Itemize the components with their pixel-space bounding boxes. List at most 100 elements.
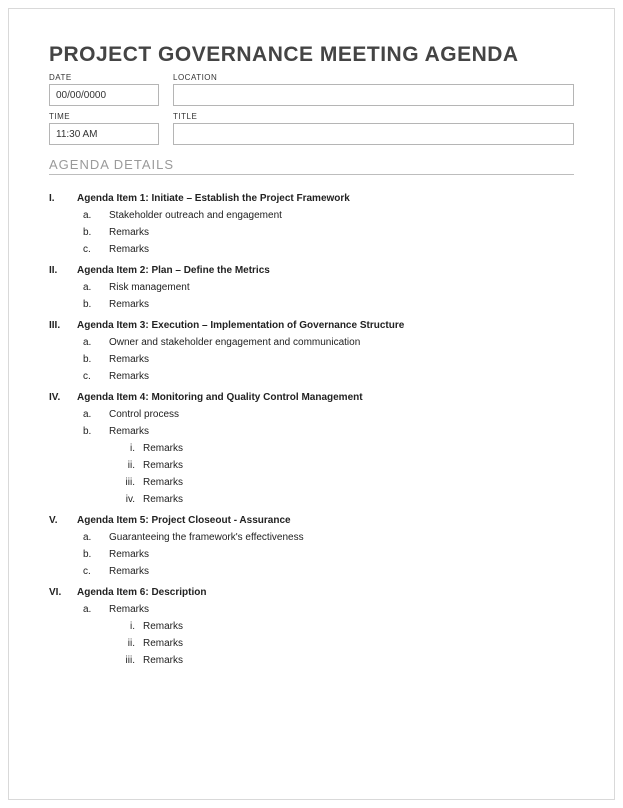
subsub-item-text: Remarks: [143, 655, 183, 666]
subsub-item-bullet: iv.: [117, 494, 135, 505]
sub-item-bullet: a.: [83, 409, 101, 420]
agenda-sub-item: a. Owner and stakeholder engagement and c…: [83, 337, 574, 348]
agenda-subsub-item: iv. Remarks: [117, 494, 574, 505]
agenda-item-title: Agenda Item 5: Project Closeout - Assura…: [77, 515, 291, 526]
agenda-item: IV. Agenda Item 4: Monitoring and Quality…: [49, 392, 574, 403]
page-title: PROJECT GOVERNANCE MEETING AGENDA: [49, 43, 574, 67]
sub-item-text: Remarks: [109, 426, 149, 437]
sub-item-text: Remarks: [109, 566, 149, 577]
sub-item-bullet: c.: [83, 244, 101, 255]
agenda-item: III. Agenda Item 3: Execution – Implement…: [49, 320, 574, 331]
sub-item-text: Remarks: [109, 604, 149, 615]
agenda-sub-item: a. Guaranteeing the framework's effective…: [83, 532, 574, 543]
time-input[interactable]: [49, 123, 159, 145]
sub-item-text: Stakeholder outreach and engagement: [109, 210, 282, 221]
agenda-sub-item: b. Remarks: [83, 354, 574, 365]
title-field-column: TITLE: [173, 112, 574, 145]
agenda-item-title: Agenda Item 4: Monitoring and Quality Co…: [77, 392, 363, 403]
sub-item-bullet: b.: [83, 549, 101, 560]
agenda-subsub-item: iii. Remarks: [117, 655, 574, 666]
agenda-item: VI.Agenda Item 6: Description: [49, 587, 574, 598]
agenda-item-number: I.: [49, 193, 71, 204]
sub-item-bullet: a.: [83, 210, 101, 221]
agenda-sub-item: a.Control process: [83, 409, 574, 420]
date-column: DATE: [49, 73, 159, 106]
agenda-subsub-item: i. Remarks: [117, 443, 574, 454]
sub-item-bullet: a.: [83, 532, 101, 543]
sub-item-text: Owner and stakeholder engagement and com…: [109, 337, 360, 348]
location-column: LOCATION: [173, 73, 574, 106]
sub-item-text: Remarks: [109, 549, 149, 560]
subsub-item-text: Remarks: [143, 443, 183, 454]
agenda-item-title: Agenda Item 2: Plan – Define the Metrics: [77, 265, 270, 276]
agenda-subsub-list: i.Remarksii.Remarksiii.Remarksiv.Remarks: [83, 443, 574, 505]
title-input[interactable]: [173, 123, 574, 145]
sub-item-text: Remarks: [109, 354, 149, 365]
date-input[interactable]: [49, 84, 159, 106]
sub-item-bullet: b.: [83, 227, 101, 238]
sub-item-text: Risk management: [109, 282, 190, 293]
agenda-item-number: III.: [49, 320, 71, 331]
sub-item-text: Remarks: [109, 244, 149, 255]
subsub-item-bullet: i.: [117, 443, 135, 454]
agenda-subsub-item: ii. Remarks: [117, 638, 574, 649]
subsub-item-text: Remarks: [143, 638, 183, 649]
sub-item-text: Remarks: [109, 371, 149, 382]
sub-item-bullet: c.: [83, 371, 101, 382]
time-label: TIME: [49, 112, 159, 121]
agenda-sub-list: a. Stakeholder outreach and engagement b. R…: [49, 210, 574, 255]
agenda-subsub-item: i. Remarks: [117, 621, 574, 632]
agenda-sub-item: c. Remarks: [83, 566, 574, 577]
sub-item-bullet: b.: [83, 299, 101, 310]
subsub-item-text: Remarks: [143, 460, 183, 471]
subsub-item-bullet: i.: [117, 621, 135, 632]
agenda-item: V. Agenda Item 5: Project Closeout - Assu…: [49, 515, 574, 526]
agenda-item-number: IV.: [49, 392, 71, 403]
agenda-sub-item: a. Stakeholder outreach and engagement: [83, 210, 574, 221]
subsub-item-bullet: iii.: [117, 477, 135, 488]
sub-item-text: Guaranteeing the framework's effectivene…: [109, 532, 304, 543]
agenda-sub-item: c. Remarks: [83, 371, 574, 382]
sub-item-bullet: b.: [83, 354, 101, 365]
subsub-item-text: Remarks: [143, 494, 183, 505]
agenda-subsub-item: iii. Remarks: [117, 477, 574, 488]
sub-item-bullet: b.: [83, 426, 101, 437]
agenda-sub-list: a.Control processb.Remarksi.Remarksii.Re…: [49, 409, 574, 505]
agenda-subsub-list: i. Remarks ii. Remarks iii. Remarks: [83, 621, 574, 666]
sub-item-text: Remarks: [109, 227, 149, 238]
meta-row-1: DATE LOCATION: [49, 73, 574, 106]
document-page: PROJECT GOVERNANCE MEETING AGENDA DATE L…: [8, 8, 615, 800]
agenda-item-number: V.: [49, 515, 71, 526]
agenda-sub-item: b. Remarks: [83, 549, 574, 560]
section-header: AGENDA DETAILS: [49, 157, 574, 172]
title-field-label: TITLE: [173, 112, 574, 121]
agenda-item-title: Agenda Item 3: Execution – Implementatio…: [77, 320, 404, 331]
subsub-item-bullet: iii.: [117, 655, 135, 666]
meta-row-2: TIME TITLE: [49, 112, 574, 145]
sub-item-bullet: a.: [83, 282, 101, 293]
agenda-sub-item: a. Remarks: [83, 604, 574, 615]
agenda-sub-list: a. Guaranteeing the framework's effective…: [49, 532, 574, 577]
agenda-item-title: Agenda Item 1: Initiate – Establish the …: [77, 193, 350, 204]
section-rule: [49, 174, 574, 175]
agenda-item: I. Agenda Item 1: Initiate – Establish th…: [49, 193, 574, 204]
subsub-item-bullet: ii.: [117, 638, 135, 649]
location-label: LOCATION: [173, 73, 574, 82]
time-column: TIME: [49, 112, 159, 145]
agenda-sub-item: c. Remarks: [83, 244, 574, 255]
agenda-sub-list: a. Risk management b.Remarks: [49, 282, 574, 310]
agenda-sub-item: b. Remarks: [83, 227, 574, 238]
agenda-sub-item: b.Remarks: [83, 299, 574, 310]
date-label: DATE: [49, 73, 159, 82]
location-input[interactable]: [173, 84, 574, 106]
subsub-item-text: Remarks: [143, 621, 183, 632]
agenda-item: II. Agenda Item 2: Plan – Define the Met…: [49, 265, 574, 276]
sub-item-bullet: c.: [83, 566, 101, 577]
agenda-details: I. Agenda Item 1: Initiate – Establish th…: [49, 193, 574, 666]
sub-item-bullet: a.: [83, 337, 101, 348]
sub-item-bullet: a.: [83, 604, 101, 615]
subsub-item-text: Remarks: [143, 477, 183, 488]
agenda-sub-list: a. Remarks i. Remarks ii. Remarks iii. Remarks: [49, 604, 574, 666]
agenda-subsub-item: ii.Remarks: [117, 460, 574, 471]
agenda-item-title: Agenda Item 6: Description: [77, 587, 206, 598]
